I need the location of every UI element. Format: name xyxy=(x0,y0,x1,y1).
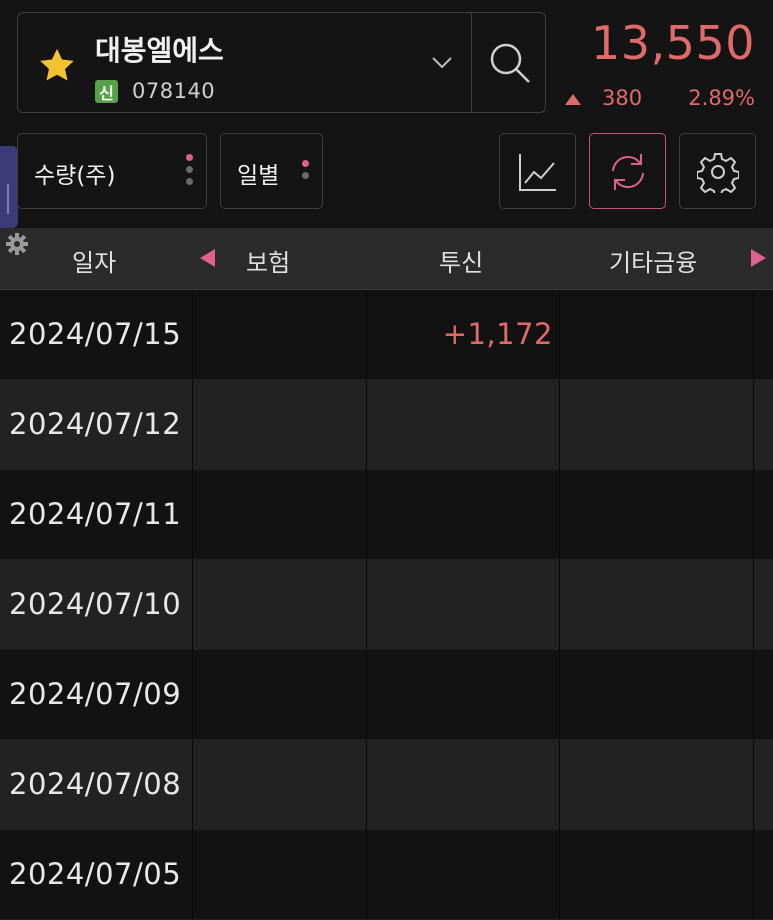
table-row[interactable]: 2024/07/15 +1,172 xyxy=(0,290,773,380)
price-change: 380 xyxy=(602,86,643,110)
search-icon[interactable] xyxy=(488,41,532,85)
row-date: 2024/07/15 xyxy=(9,317,182,351)
refresh-icon xyxy=(612,154,644,190)
table-row[interactable]: 2024/07/10 xyxy=(0,560,773,650)
gear-icon xyxy=(697,153,739,193)
column-settings-icon[interactable] xyxy=(5,232,29,256)
side-panel-handle[interactable] xyxy=(0,146,18,228)
row-trust: +1,172 xyxy=(442,317,553,351)
scroll-right-icon[interactable] xyxy=(751,249,766,267)
period-selector[interactable]: 일별 xyxy=(220,133,323,209)
table-row[interactable]: 2024/07/08 xyxy=(0,740,773,830)
price-change-rate: 2.89% xyxy=(688,86,755,110)
credit-badge: 신 xyxy=(95,80,118,103)
row-date: 2024/07/08 xyxy=(9,767,182,801)
period-label: 일별 xyxy=(237,163,280,189)
header-insurance: 보험 xyxy=(246,249,291,277)
chart-icon xyxy=(519,154,556,191)
header-other-finance: 기타금융 xyxy=(609,249,698,277)
table-row[interactable]: 2024/07/09 xyxy=(0,650,773,740)
table-row[interactable]: 2024/07/05 xyxy=(0,830,773,920)
divider xyxy=(471,13,472,112)
table-row[interactable]: 2024/07/12 xyxy=(0,380,773,470)
up-arrow-icon xyxy=(565,94,581,105)
more-options-icon xyxy=(302,160,309,179)
table-header: 일자 보험 투신 기타금융 xyxy=(0,228,773,290)
unit-label: 수량(주) xyxy=(34,163,116,189)
more-options-icon xyxy=(186,154,193,185)
row-date: 2024/07/11 xyxy=(9,497,182,531)
favorite-star-icon[interactable] xyxy=(36,45,78,87)
row-date: 2024/07/05 xyxy=(9,857,182,891)
unit-selector[interactable]: 수량(주) xyxy=(17,133,207,209)
table-row[interactable]: 2024/07/11 xyxy=(0,470,773,560)
refresh-button[interactable] xyxy=(589,133,666,209)
investor-table: 2024/07/15 +1,172 2024/07/12 2024/07/11 … xyxy=(0,290,773,920)
row-date: 2024/07/09 xyxy=(9,677,182,711)
settings-button[interactable] xyxy=(679,133,756,209)
stock-selector[interactable]: 대봉엘에스 신 078140 xyxy=(17,12,546,113)
header-date: 일자 xyxy=(72,249,117,277)
row-date: 2024/07/12 xyxy=(9,407,182,441)
stock-code: 078140 xyxy=(132,79,216,103)
current-price: 13,550 xyxy=(591,16,755,70)
chevron-down-icon[interactable] xyxy=(430,55,454,71)
chart-button[interactable] xyxy=(499,133,576,209)
scroll-left-icon[interactable] xyxy=(200,249,215,267)
row-date: 2024/07/10 xyxy=(9,587,182,621)
stock-name: 대봉엘에스 xyxy=(95,34,224,67)
header-trust: 투신 xyxy=(439,249,484,277)
